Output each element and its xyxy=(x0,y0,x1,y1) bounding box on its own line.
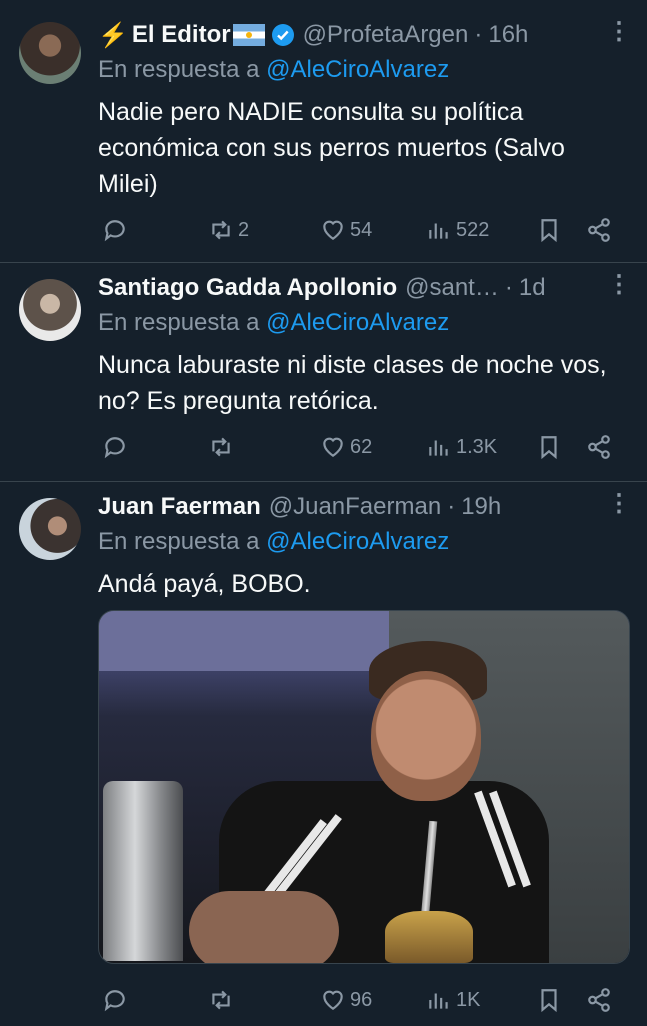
like-count: 62 xyxy=(350,435,373,458)
analytics-icon xyxy=(429,993,448,1009)
verified-badge-icon xyxy=(271,24,294,46)
views-button[interactable]: 1.3K xyxy=(426,432,497,462)
tweet-header: Juan Faerman @JuanFaerman · 19h xyxy=(98,492,627,522)
tweet-text: Andá payá, BOBO. xyxy=(98,570,311,598)
tweet-text: Nunca laburaste ni diste clases de noche… xyxy=(98,351,607,415)
reply-mention-link[interactable]: @AleCiroAlvarez xyxy=(266,56,449,83)
separator-dot: · xyxy=(447,493,456,520)
avatar[interactable] xyxy=(19,498,81,560)
user-handle[interactable]: @sant… xyxy=(405,274,499,302)
like-button[interactable]: 62 xyxy=(320,432,372,462)
tweet[interactable]: Juan Faerman @JuanFaerman · 19h ⋮ En res… xyxy=(0,482,647,1026)
person-arm xyxy=(189,891,339,963)
separator-dot: · xyxy=(504,274,513,301)
share-icon xyxy=(588,218,610,242)
display-name[interactable]: El Editor xyxy=(132,21,231,49)
argentina-flag-icon xyxy=(232,24,265,46)
share-button[interactable] xyxy=(586,432,612,462)
bookmark-button[interactable] xyxy=(536,432,562,462)
lightning-icon: ⚡ xyxy=(98,21,128,49)
more-options-icon[interactable]: ⋮ xyxy=(607,273,631,303)
heart-icon xyxy=(323,437,343,457)
reply-button[interactable] xyxy=(102,215,132,245)
analytics-icon xyxy=(429,223,448,239)
retweet-button[interactable] xyxy=(208,432,238,462)
person-face xyxy=(371,671,481,801)
like-button[interactable]: 96 xyxy=(320,985,372,1015)
timestamp[interactable]: 16h xyxy=(488,21,528,49)
heart-icon xyxy=(323,220,343,240)
like-button[interactable]: 54 xyxy=(320,215,372,245)
views-button[interactable]: 522 xyxy=(426,215,489,245)
share-button[interactable] xyxy=(586,215,612,245)
tweet-header: Santiago Gadda Apollonio @sant… · 1d xyxy=(98,273,627,303)
thermos-illustration xyxy=(103,781,183,961)
reply-button[interactable] xyxy=(102,985,132,1015)
separator-dot: · xyxy=(474,21,483,48)
media-ceiling xyxy=(99,611,399,671)
bookmark-button[interactable] xyxy=(536,985,562,1015)
reply-button[interactable] xyxy=(102,432,132,462)
retweet-count: 2 xyxy=(238,218,250,241)
reply-context: En respuesta a @AleCiroAlvarez xyxy=(98,56,627,86)
share-icon xyxy=(588,435,610,459)
reply-icon xyxy=(104,220,125,242)
display-name[interactable]: Santiago Gadda Apollonio xyxy=(98,274,397,302)
bookmark-button[interactable] xyxy=(536,215,562,245)
bookmark-icon xyxy=(541,989,557,1013)
timestamp[interactable]: 19h xyxy=(461,493,501,521)
tweet[interactable]: Santiago Gadda Apollonio @sant… · 1d ⋮ E… xyxy=(0,263,647,482)
like-count: 96 xyxy=(350,988,373,1011)
analytics-icon xyxy=(429,440,448,456)
tweet[interactable]: ⚡ El Editor @ProfetaArgen · 16h ⋮ En res… xyxy=(0,0,647,263)
reply-mention-link[interactable]: @AleCiroAlvarez xyxy=(266,309,449,336)
retweet-icon xyxy=(212,437,230,457)
views-count: 1.3K xyxy=(456,435,498,458)
user-handle[interactable]: @ProfetaArgen xyxy=(303,21,469,49)
reply-icon xyxy=(104,990,125,1012)
tweet-media-image[interactable] xyxy=(98,610,630,964)
views-button[interactable]: 1K xyxy=(426,985,480,1015)
retweet-icon xyxy=(212,990,230,1010)
bookmark-icon xyxy=(541,436,557,460)
retweet-button[interactable]: 2 xyxy=(208,215,249,245)
more-options-icon[interactable]: ⋮ xyxy=(607,492,631,522)
user-handle[interactable]: @JuanFaerman xyxy=(269,493,441,521)
reply-label: En respuesta a xyxy=(98,56,260,83)
reply-context: En respuesta a @AleCiroAlvarez xyxy=(98,309,627,339)
timestamp[interactable]: 1d xyxy=(519,274,546,302)
reply-label: En respuesta a xyxy=(98,528,260,555)
more-options-icon[interactable]: ⋮ xyxy=(607,20,631,50)
views-count: 522 xyxy=(456,218,490,241)
action-bar: 96 1K xyxy=(98,985,621,1015)
share-button[interactable] xyxy=(586,985,612,1015)
heart-icon xyxy=(323,990,343,1010)
mate-gourd xyxy=(385,911,473,963)
share-icon xyxy=(588,988,610,1012)
reply-context: En respuesta a @AleCiroAlvarez xyxy=(98,528,627,558)
bookmark-icon xyxy=(541,219,557,243)
reply-label: En respuesta a xyxy=(98,309,260,336)
action-bar: 62 1.3K xyxy=(98,432,621,462)
reply-icon xyxy=(104,437,125,459)
avatar[interactable] xyxy=(19,279,81,341)
action-bar: 2 54 522 xyxy=(98,215,621,245)
retweet-button[interactable] xyxy=(208,985,238,1015)
retweet-icon xyxy=(212,220,230,240)
reply-mention-link[interactable]: @AleCiroAlvarez xyxy=(266,528,449,555)
like-count: 54 xyxy=(350,218,373,241)
tweet-text: Nadie pero NADIE consulta su política ec… xyxy=(98,98,565,198)
views-count: 1K xyxy=(456,988,481,1011)
display-name[interactable]: Juan Faerman xyxy=(98,493,261,521)
tweet-header: ⚡ El Editor @ProfetaArgen · 16h xyxy=(98,20,627,50)
avatar[interactable] xyxy=(19,22,81,84)
